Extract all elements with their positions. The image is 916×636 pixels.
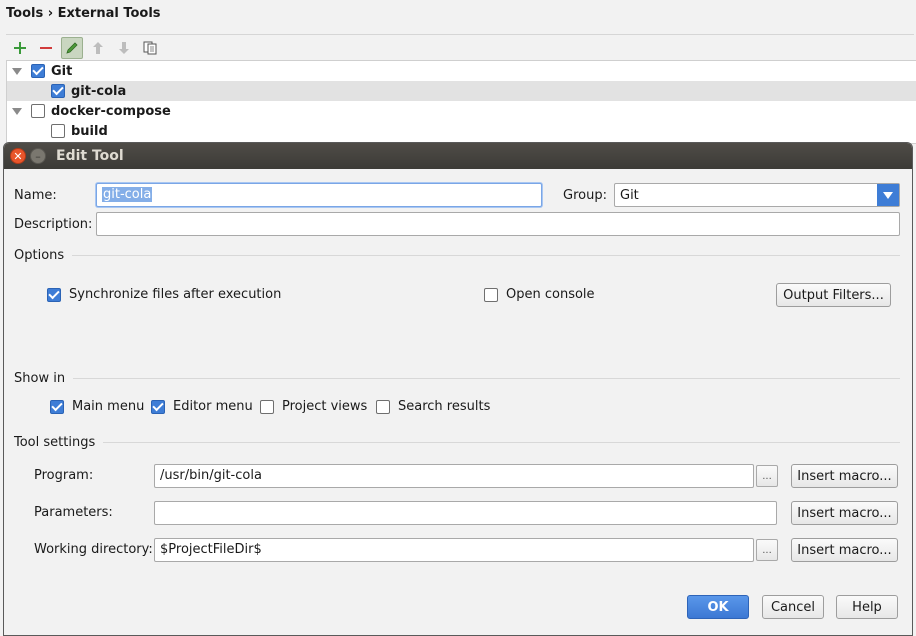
edit-tool-button[interactable] [61,36,83,59]
options-heading: Options [14,248,65,263]
close-icon: ✕ [13,149,23,163]
program-insert-macro-button[interactable]: Insert macro... [791,464,898,488]
search-results-label: Search results [398,399,491,414]
move-down-button[interactable] [113,37,135,59]
tree-label-git: Git [51,63,73,79]
tool-settings-heading: Tool settings [14,435,96,450]
add-tool-button[interactable] [9,37,31,59]
tree-row-git-cola[interactable]: git-cola [7,81,916,101]
program-browse-button[interactable]: ... [756,465,778,487]
chevron-down-icon[interactable] [877,184,899,206]
search-results-checkbox[interactable] [376,399,390,414]
name-label: Name: [14,188,57,203]
tools-toolbar [6,34,914,60]
open-console-option[interactable]: Open console [484,287,595,302]
dialog-titlebar[interactable]: ✕ – Edit Tool [4,143,912,169]
main-menu-label: Main menu [72,399,145,414]
build-checkbox[interactable] [51,124,65,138]
arrow-down-icon [119,41,129,54]
sync-files-option[interactable]: Synchronize files after execution [47,287,281,302]
group-label: Group: [563,188,607,203]
dialog-title: Edit Tool [56,148,124,164]
open-console-checkbox[interactable] [484,287,498,302]
sync-files-label: Synchronize files after execution [69,287,282,302]
git-group-checkbox[interactable] [31,64,45,78]
help-button[interactable]: Help [836,595,898,619]
breadcrumb: Tools › External Tools [6,6,161,21]
output-filters-button[interactable]: Output Filters... [776,283,891,307]
remove-tool-button[interactable] [35,37,57,59]
program-label: Program: [34,468,94,483]
minus-icon [40,46,52,49]
tree-row-build[interactable]: build [7,121,916,141]
breadcrumb-parent[interactable]: Tools [6,6,43,21]
tree-label-git-cola: git-cola [71,83,127,99]
show-in-main-menu[interactable]: Main menu [50,399,144,414]
show-in-search-results[interactable]: Search results [376,399,490,414]
group-dropdown[interactable]: Git [614,183,900,207]
section-divider [72,255,900,256]
description-label: Description: [14,217,93,232]
editor-menu-checkbox[interactable] [151,399,165,414]
tools-tree: Git git-cola docker-compose build [6,60,916,144]
expand-arrow-icon[interactable] [12,107,22,115]
editor-menu-label: Editor menu [173,399,253,414]
pencil-icon [66,41,78,54]
breadcrumb-separator: › [47,6,54,21]
working-directory-insert-macro-button[interactable]: Insert macro... [791,538,898,562]
section-divider [103,442,900,443]
tree-row-git[interactable]: Git [7,61,916,81]
name-value: git-cola [102,187,153,202]
description-field[interactable] [96,212,900,236]
move-up-button[interactable] [87,37,109,59]
tree-label-docker-compose: docker-compose [51,103,171,119]
arrow-up-icon [93,41,103,54]
parameters-insert-macro-button[interactable]: Insert macro... [791,501,898,525]
copy-tool-button[interactable] [139,37,161,59]
parameters-field[interactable] [154,501,777,525]
minimize-window-button[interactable]: – [30,148,46,164]
breadcrumb-current: External Tools [57,6,161,21]
open-console-label: Open console [506,287,595,302]
program-value: /usr/bin/git-cola [160,468,262,483]
docker-compose-checkbox[interactable] [31,104,45,118]
show-in-project-views[interactable]: Project views [260,399,367,414]
parameters-label: Parameters: [34,505,113,520]
tool-settings-section: Tool settings [14,435,900,450]
ok-button[interactable]: OK [687,595,749,619]
show-in-editor-menu[interactable]: Editor menu [151,399,253,414]
git-cola-checkbox[interactable] [51,84,65,98]
close-window-button[interactable]: ✕ [10,148,26,164]
tree-label-build: build [71,123,108,139]
expand-arrow-icon[interactable] [12,67,22,75]
main-menu-checkbox[interactable] [50,399,64,414]
working-directory-browse-button[interactable]: ... [756,539,778,561]
program-field[interactable]: /usr/bin/git-cola [154,464,754,488]
working-directory-label: Working directory: [34,542,153,557]
cancel-button[interactable]: Cancel [762,595,824,619]
show-in-heading: Show in [14,371,66,386]
tree-row-docker-compose[interactable]: docker-compose [7,101,916,121]
working-directory-value: $ProjectFileDir$ [160,542,262,557]
edit-tool-dialog: ✕ – Edit Tool Name: git-cola Group: Git … [3,142,913,636]
show-in-section: Show in [14,371,900,386]
project-views-checkbox[interactable] [260,399,274,414]
name-field[interactable]: git-cola [96,183,542,207]
working-directory-field[interactable]: $ProjectFileDir$ [154,538,754,562]
plus-icon [14,41,26,54]
options-section: Options [14,248,900,263]
minimize-icon: – [35,149,41,163]
project-views-label: Project views [282,399,368,414]
sync-files-checkbox[interactable] [47,287,61,302]
section-divider [73,378,900,379]
copy-icon [143,41,157,54]
group-value: Git [620,187,639,203]
